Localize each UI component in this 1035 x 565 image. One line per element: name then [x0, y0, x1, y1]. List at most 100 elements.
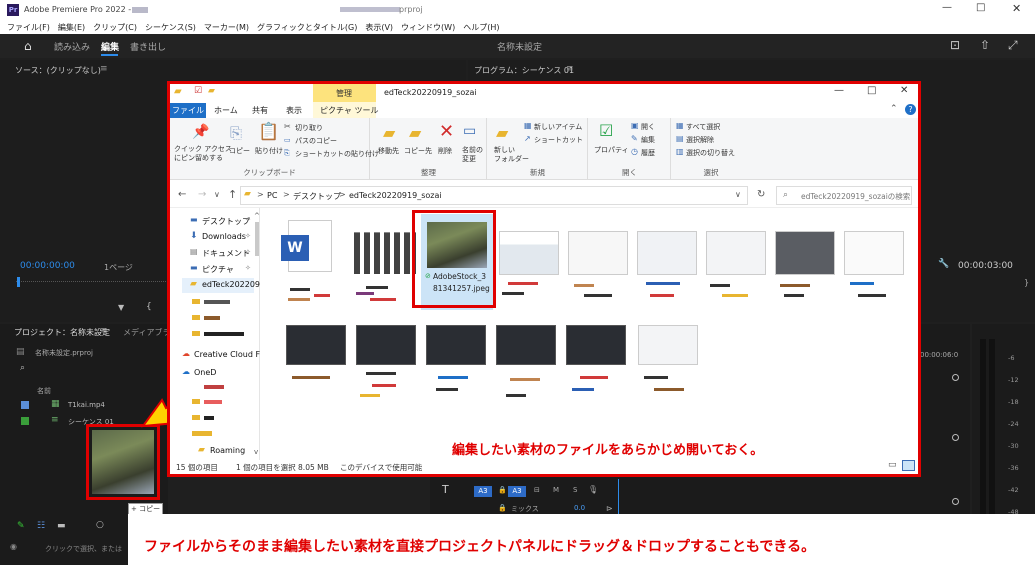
nav-roaming[interactable]: Roaming — [210, 446, 245, 455]
open-button[interactable]: 開く — [641, 122, 655, 132]
ribbon-collapse-icon[interactable]: ⌃ — [890, 104, 898, 114]
word-icon: W — [281, 235, 309, 261]
pin-icon[interactable]: ✧ — [245, 248, 251, 256]
new-folder-icon[interactable]: ▰ — [496, 123, 508, 142]
delete-icon[interactable]: ✕ — [439, 121, 454, 142]
copy-button[interactable]: コピー — [229, 146, 250, 156]
file-tab[interactable]: ファイル — [170, 103, 206, 118]
screenshot-file[interactable] — [638, 325, 698, 365]
edit-button[interactable]: 編集 — [641, 135, 655, 145]
video-screenshot-file[interactable] — [356, 325, 416, 365]
move-to-button[interactable]: 移動先 — [378, 146, 399, 156]
qat-check-icon[interactable]: ☑ — [194, 86, 202, 96]
breadcrumb-desktop[interactable]: デスクトップ — [293, 191, 341, 202]
redacted-folder — [192, 315, 200, 320]
up-icon[interactable]: ↑ — [228, 188, 237, 201]
word-file[interactable]: W — [281, 220, 332, 272]
home-tab[interactable]: ホーム — [214, 105, 238, 116]
nav-pictures[interactable]: ピクチャ — [202, 264, 234, 275]
video-screenshot-file[interactable] — [566, 325, 626, 365]
nav-documents[interactable]: ドキュメント — [202, 248, 250, 259]
picture-tools-tab[interactable]: ピクチャ ツール — [320, 105, 378, 116]
history-icon[interactable]: ◷ — [631, 147, 638, 156]
nav-current-folder[interactable]: edTeck202209 — [202, 280, 260, 289]
nav-downloads[interactable]: Downloads — [202, 232, 246, 241]
select-none-button[interactable]: 選択解除 — [686, 135, 714, 145]
redacted-name — [722, 294, 748, 297]
cut-icon[interactable]: ✂ — [284, 122, 291, 131]
back-icon[interactable]: ← — [178, 189, 186, 200]
nav-scroll-up-icon[interactable]: ^ — [254, 212, 260, 220]
shortcut-icon[interactable]: ↗ — [524, 134, 531, 143]
copy-path-button[interactable]: パスのコピー — [295, 136, 337, 146]
pin-icon[interactable]: ✧ — [245, 264, 251, 272]
manage-tab[interactable]: 管理 — [336, 88, 352, 99]
video-screenshot-file[interactable] — [286, 325, 346, 365]
video-screenshot-file[interactable] — [426, 325, 486, 365]
copy-path-icon[interactable]: ▭ — [284, 136, 291, 144]
recent-icon[interactable]: ∨ — [214, 190, 220, 199]
new-item-icon[interactable]: ▦ — [524, 121, 532, 130]
search-icon: ⌕ — [783, 190, 789, 200]
paste-button[interactable]: 貼り付け — [255, 146, 283, 156]
properties-icon[interactable]: ☑ — [599, 121, 613, 140]
screenshot-file[interactable] — [499, 231, 559, 275]
delete-button[interactable]: 削除 — [438, 146, 452, 156]
pin-icon[interactable]: ✧ — [245, 216, 251, 224]
search-box[interactable]: ⌕ edTeck20220919_sozaiの検索 — [776, 186, 912, 205]
breadcrumb-dropdown-icon[interactable]: ∨ — [735, 190, 741, 199]
rename-button[interactable]: 名前の 変更 — [462, 146, 483, 164]
qat-folder-icon[interactable]: ▰ — [208, 86, 215, 96]
video-screenshot-file[interactable] — [496, 325, 556, 365]
properties-button[interactable]: プロパティ — [594, 145, 629, 155]
paste-icon[interactable]: 📋 — [258, 122, 279, 142]
new-folder-button[interactable]: 新しい フォルダー — [494, 146, 529, 164]
nav-desktop[interactable]: デスクトップ — [202, 216, 250, 227]
nav-scroll-down-icon[interactable]: v — [254, 448, 258, 456]
nav-creative-cloud[interactable]: Creative Cloud F — [194, 350, 260, 359]
new-item-button[interactable]: 新しいアイテム — [534, 122, 582, 132]
copy-to-button[interactable]: コピー先 — [404, 146, 432, 156]
paste-shortcut-icon[interactable]: ⎘ — [284, 149, 290, 158]
select-all-icon[interactable]: ▦ — [676, 121, 684, 130]
nav-scrollbar-thumb[interactable] — [255, 222, 259, 256]
help-icon[interactable]: ? — [905, 104, 916, 115]
history-button[interactable]: 履歴 — [641, 148, 655, 158]
copy-to-icon[interactable]: ▰ — [409, 123, 421, 142]
share-tab[interactable]: 共有 — [252, 105, 268, 116]
explorer-minimize-button[interactable]: — — [834, 85, 844, 96]
paste-shortcut-button[interactable]: ショートカットの貼り付け — [295, 149, 379, 159]
move-to-icon[interactable]: ▰ — [383, 123, 395, 142]
breadcrumb-pc[interactable]: PC — [267, 191, 277, 200]
forward-icon[interactable]: → — [198, 189, 206, 200]
shortcut-button[interactable]: ショートカット — [534, 135, 583, 145]
explorer-close-button[interactable]: ✕ — [900, 85, 908, 96]
nav-onedrive[interactable]: OneD — [194, 368, 216, 377]
edit-icon[interactable]: ✎ — [631, 134, 638, 143]
invert-select-button[interactable]: 選択の切り替え — [686, 148, 735, 158]
selected-file-highlight — [412, 210, 496, 308]
copy-icon[interactable]: ⎘ — [230, 124, 242, 142]
explorer-maximize-button[interactable]: □ — [867, 85, 876, 96]
invert-select-icon[interactable]: ▥ — [676, 147, 684, 156]
select-all-button[interactable]: すべて選択 — [686, 122, 720, 132]
cut-button[interactable]: 切り取り — [295, 123, 323, 133]
breadcrumb-folder[interactable]: edTeck20220919_sozai — [349, 191, 442, 200]
screenshot-file[interactable] — [775, 231, 835, 275]
tiles-view-icon[interactable] — [902, 460, 915, 471]
screenshot-file[interactable] — [844, 231, 904, 275]
screenshot-file[interactable] — [706, 231, 766, 275]
pin-quick-access-button[interactable]: クイック アクセス にピン留めする — [174, 145, 232, 163]
view-tab[interactable]: 表示 — [286, 105, 302, 116]
select-none-icon[interactable]: ▤ — [676, 134, 684, 143]
open-icon[interactable]: ▣ — [631, 121, 639, 130]
screenshot-file[interactable] — [637, 231, 697, 275]
refresh-icon[interactable]: ↻ — [757, 189, 765, 200]
camera-gear-file[interactable] — [354, 222, 416, 274]
gear-image — [354, 232, 416, 274]
pin-icon[interactable]: ✧ — [245, 232, 251, 240]
screenshot-file[interactable] — [568, 231, 628, 275]
details-view-icon[interactable]: ▭ — [888, 460, 897, 470]
pin-icon[interactable]: 📌 — [192, 124, 209, 140]
rename-icon[interactable]: ▭ — [463, 123, 476, 139]
